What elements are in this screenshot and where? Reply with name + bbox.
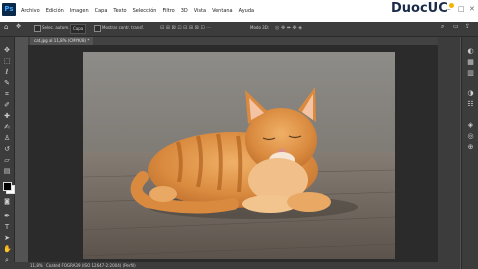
menu-seleccion[interactable]: Selección	[133, 8, 157, 14]
healing-icon[interactable]: ✚	[3, 112, 11, 120]
share-icon[interactable]: ⇪	[465, 23, 470, 30]
show-transform-label: Mostrar contr. transf.	[102, 25, 144, 30]
menu-imagen[interactable]: Imagen	[70, 8, 89, 14]
brush-icon[interactable]: ✍	[3, 123, 11, 131]
menu-archivo[interactable]: Archivo	[21, 8, 40, 14]
close-button[interactable]: ✕	[469, 5, 475, 13]
adjustments-icon[interactable]: ◑	[466, 89, 475, 97]
swatches-icon[interactable]: ▦	[466, 58, 475, 66]
pen-icon[interactable]: ✒	[3, 212, 11, 220]
maximize-button[interactable]: □	[458, 5, 465, 13]
move-tool-icon[interactable]: ✥	[16, 23, 21, 30]
eraser-icon[interactable]: ▱	[3, 156, 11, 164]
auto-select-checkbox[interactable]	[34, 25, 41, 32]
right-panel-icons: ◐ ▦ ▥ ◑ ☷ ◈ ◎ ⊕	[461, 37, 478, 269]
options-bar: ⌂ ✥ Selec. autom. Capa Mostrar contr. tr…	[0, 22, 478, 37]
status-bar: 11,8% Coated FOGRA39 (ISO 12647-2:2004) …	[14, 262, 438, 269]
color-panel-icon[interactable]: ◐	[466, 47, 475, 55]
search-icon[interactable]: ⌕	[441, 23, 444, 31]
move-icon[interactable]: ✥	[3, 46, 11, 54]
hand-icon[interactable]: ✋	[3, 245, 12, 253]
mode-3d-label: Modo 3D:	[250, 25, 270, 30]
lasso-icon[interactable]: ℓ	[3, 68, 11, 76]
quick-mask-icon[interactable]: ◙	[3, 198, 11, 206]
properties-icon[interactable]: ☷	[466, 100, 475, 108]
zoom-level[interactable]: 11,8%	[30, 262, 43, 269]
channels-icon[interactable]: ◎	[466, 132, 475, 140]
align-icons[interactable]: ⊟ ⊞ ⊠ ⊡ ⊟ ⊞ ⊠ ⊡ ⋯	[160, 25, 211, 31]
cat-photo	[83, 52, 395, 259]
document-tab[interactable]: cat.jpg al 11,8% (CMYK/8) *	[30, 37, 94, 45]
home-icon[interactable]: ⌂	[4, 23, 8, 31]
tools-panel: ✥ ⬚ ℓ ✎ ⌗ ✐ ✚ ✍ ♙ ↺ ▱ ▤ ✒ T ➤ ✋ ⌕ ◙	[0, 37, 15, 269]
paths-icon[interactable]: ⊕	[466, 143, 475, 151]
type-icon[interactable]: T	[3, 223, 11, 231]
menu-ventana[interactable]: Ventana	[212, 8, 233, 14]
menu-ayuda[interactable]: Ayuda	[239, 8, 254, 14]
auto-select-label: Selec. autom.	[42, 25, 70, 30]
path-select-icon[interactable]: ➤	[3, 234, 11, 242]
color-profile-status[interactable]: Coated FOGRA39 (ISO 12647-2:2004) (Perfi…	[46, 262, 136, 269]
document-image[interactable]	[83, 52, 395, 259]
3d-mode-icons[interactable]: ◎ ✥ ⬌ ✥ ◈	[275, 25, 302, 31]
menu-edicion[interactable]: Edición	[46, 8, 64, 14]
zoom-icon[interactable]: ⌕	[3, 256, 11, 264]
foreground-color-swatch[interactable]	[3, 182, 12, 191]
menu-bar: Ps Archivo Edición Imagen Capa Texto Sel…	[0, 0, 478, 22]
libraries-icon[interactable]: ▥	[466, 69, 475, 77]
quick-select-icon[interactable]: ✎	[3, 79, 11, 87]
duoc-logo: DuocUC	[391, 1, 454, 16]
marquee-icon[interactable]: ⬚	[3, 57, 11, 65]
layer-select[interactable]: Capa	[70, 24, 87, 34]
layers-icon[interactable]: ◈	[466, 121, 475, 129]
show-transform-checkbox[interactable]	[94, 25, 101, 32]
document-tab-bar: cat.jpg al 11,8% (CMYK/8) *	[28, 37, 438, 45]
menu-3d[interactable]: 3D	[181, 8, 188, 14]
menu-vista[interactable]: Vista	[194, 8, 206, 14]
minimize-button[interactable]: –	[447, 5, 451, 13]
main-menu: Archivo Edición Imagen Capa Texto Selecc…	[21, 0, 254, 22]
photoshop-logo: Ps	[2, 3, 16, 16]
gradient-icon[interactable]: ▤	[3, 167, 11, 175]
eyedropper-icon[interactable]: ✐	[3, 101, 11, 109]
menu-capa[interactable]: Capa	[95, 8, 108, 14]
panel-dock	[438, 37, 460, 269]
crop-icon[interactable]: ⌗	[3, 90, 11, 98]
menu-filtro[interactable]: Filtro	[162, 8, 174, 14]
stamp-icon[interactable]: ♙	[3, 134, 11, 142]
duoc-logo-text: DuocUC	[391, 1, 448, 16]
menu-texto[interactable]: Texto	[113, 8, 126, 14]
history-brush-icon[interactable]: ↺	[3, 145, 11, 153]
workspace-icon[interactable]: ▭	[453, 23, 459, 30]
